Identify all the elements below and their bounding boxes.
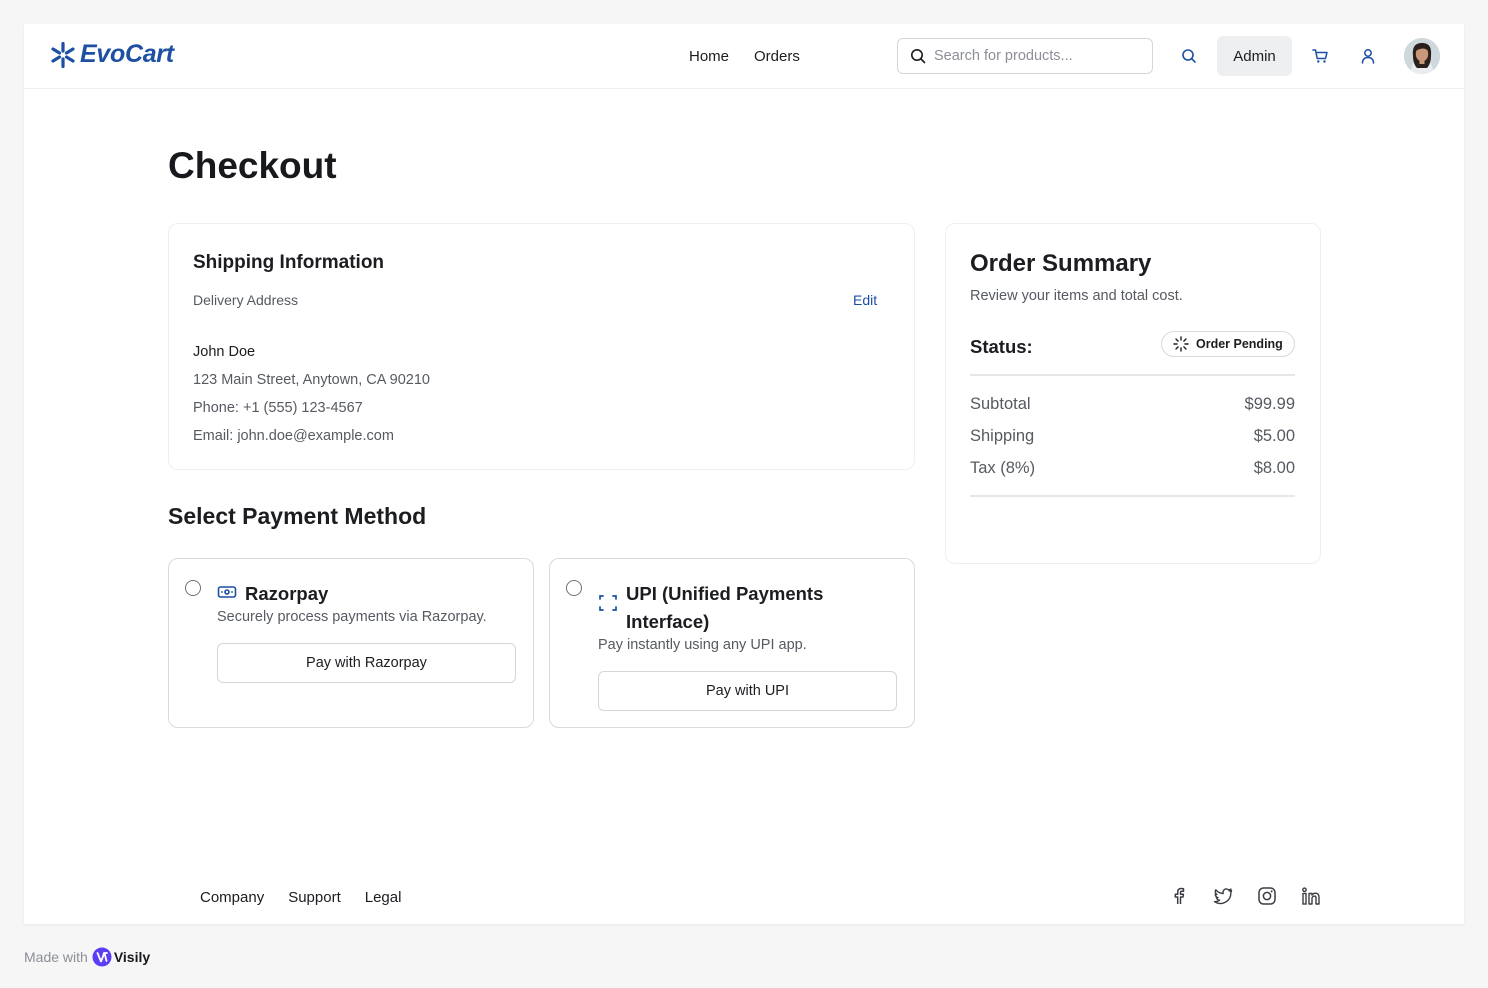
visily-mark-icon <box>92 947 112 967</box>
footer-link-support[interactable]: Support <box>288 889 341 906</box>
address-line: 123 Main Street, Anytown, CA 90210 <box>193 372 430 388</box>
payment-option-razorpay[interactable]: Razorpay Securely process payments via R… <box>168 558 534 728</box>
order-summary-title: Order Summary <box>970 250 1152 277</box>
logo[interactable]: EvoCart <box>50 40 174 69</box>
status-label: Status: <box>970 336 1033 357</box>
summary-row-value: $99.99 <box>1244 395 1295 413</box>
avatar[interactable] <box>1404 38 1440 74</box>
shipping-title: Shipping Information <box>193 252 385 273</box>
cart-icon <box>1311 49 1328 63</box>
payment-heading: Select Payment Method <box>168 503 427 529</box>
nav-home[interactable]: Home <box>689 48 729 65</box>
visily-logo: Visily <box>92 947 150 967</box>
summary-row-value: $8.00 <box>1253 459 1295 477</box>
footer-link-legal[interactable]: Legal <box>365 889 402 906</box>
page-title: Checkout <box>168 145 337 186</box>
shipping-card: Shipping Information Delivery Address Ed… <box>168 223 915 470</box>
summary-row-label: Subtotal <box>970 395 1031 413</box>
summary-row-value: $5.00 <box>1253 427 1295 445</box>
banknote-icon <box>217 586 237 598</box>
social-links <box>1169 886 1321 906</box>
razorpay-radio[interactable] <box>185 580 201 596</box>
twitter-icon[interactable] <box>1213 886 1233 906</box>
summary-divider-top <box>970 374 1295 376</box>
pay-with-razorpay-button[interactable]: Pay with Razorpay <box>217 643 516 683</box>
summary-row-label: Tax (8%) <box>970 459 1036 477</box>
recipient-name: John Doe <box>193 344 256 360</box>
admin-button[interactable]: Admin <box>1217 36 1292 76</box>
logo-text: EvoCart <box>80 40 174 68</box>
logo-mark-icon <box>51 41 75 68</box>
footer-links: Company Support Legal <box>200 889 401 906</box>
delivery-address-label: Delivery Address <box>193 292 299 308</box>
summary-row-tax: Tax (8%) $8.00 <box>970 459 1295 478</box>
pay-with-upi-button[interactable]: Pay with UPI <box>598 671 897 711</box>
status-badge: Order Pending <box>1161 331 1295 357</box>
cart-button[interactable] <box>1310 46 1330 66</box>
nav-orders[interactable]: Orders <box>754 48 800 65</box>
status-value: Order Pending <box>1196 337 1283 351</box>
upi-description: Pay instantly using any UPI app. <box>598 637 807 653</box>
profile-button[interactable] <box>1358 46 1378 66</box>
search-icon <box>1182 49 1196 63</box>
summary-row-shipping: Shipping $5.00 <box>970 427 1295 446</box>
main-nav: Home Orders <box>689 48 800 65</box>
search-box <box>897 38 1153 74</box>
summary-row-label: Shipping <box>970 427 1035 445</box>
made-with-badge[interactable]: Made with Visily <box>24 947 150 967</box>
summary-row-subtotal: Subtotal $99.99 <box>970 395 1295 414</box>
email-line: Email: john.doe@example.com <box>193 428 394 444</box>
razorpay-description: Securely process payments via Razorpay. <box>217 609 487 625</box>
summary-divider-bottom <box>970 495 1295 497</box>
razorpay-title: Razorpay <box>245 583 329 604</box>
facebook-icon[interactable] <box>1169 886 1189 906</box>
top-header: EvoCart Home Orders Admin <box>24 24 1464 89</box>
phone-line: Phone: +1 (555) 123-4567 <box>193 400 363 416</box>
visily-brand-text: Visily <box>113 949 151 965</box>
payment-option-upi[interactable]: UPI (Unified Payments Interface) Pay ins… <box>549 558 915 728</box>
footer-link-company[interactable]: Company <box>200 889 264 906</box>
loader-icon <box>1173 336 1189 352</box>
scan-icon <box>599 595 617 611</box>
user-icon <box>1361 49 1375 64</box>
instagram-icon[interactable] <box>1257 886 1277 906</box>
upi-title: UPI (Unified Payments Interface) <box>626 583 824 632</box>
order-summary-card: Order Summary Review your items and tota… <box>945 223 1321 564</box>
search-input[interactable] <box>934 48 1134 64</box>
avatar-image <box>1404 38 1440 74</box>
search-icon <box>911 49 926 64</box>
linkedin-icon[interactable] <box>1301 886 1321 906</box>
edit-address-link[interactable]: Edit <box>853 292 877 308</box>
made-with-label: Made with <box>24 949 88 965</box>
search-button[interactable] <box>1179 46 1199 66</box>
app-frame: EvoCart Home Orders Admin <box>24 24 1464 924</box>
order-summary-subtitle: Review your items and total cost. <box>970 288 1183 304</box>
upi-radio[interactable] <box>566 580 582 596</box>
